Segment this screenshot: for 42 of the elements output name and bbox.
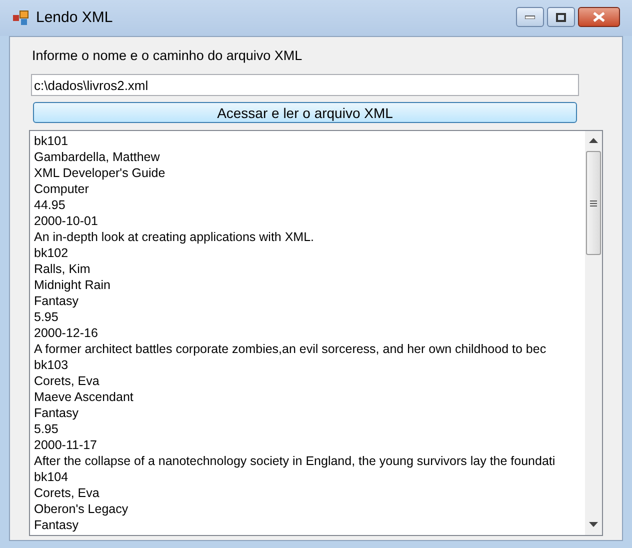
list-line: 5.95 (34, 421, 60, 438)
read-button[interactable]: Acessar e ler o arquivo XML (33, 102, 577, 124)
list-line: Gambardella, Matthew (34, 149, 161, 166)
grip-icon (590, 200, 597, 207)
list-line: Fantasy (34, 293, 80, 310)
list-line: 44.95 (34, 197, 66, 214)
minimize-button[interactable] (516, 7, 544, 27)
list-line: 2000-11-17 (34, 437, 98, 454)
list-line: A former architect battles corporate zombies,an evil sorceress, and her own childhood to bec (34, 341, 548, 358)
list-line: bk104 (34, 469, 70, 486)
list-line: bk102 (34, 245, 70, 262)
list-line: Oberon's Legacy (34, 501, 130, 518)
list-line: Corets, Eva (34, 373, 100, 390)
close-icon (593, 12, 605, 22)
minimize-icon (525, 15, 535, 19)
list-line: 2000-10-01 (34, 213, 99, 230)
list-line: Maeve Ascendant (34, 389, 134, 406)
list-line: Midnight Rain (34, 277, 112, 294)
maximize-button[interactable] (547, 7, 575, 27)
close-button[interactable] (578, 7, 620, 27)
scroll-down-icon (589, 522, 598, 528)
list-line: bk103 (34, 357, 70, 374)
list-line: Ralls, Kim (34, 261, 92, 278)
scroll-thumb[interactable] (586, 151, 601, 256)
path-field[interactable]: c:\dados\livros2.xml (31, 74, 579, 96)
list-line: After the collapse of a nanotechnology society in England, the young survivors lay the foundati (34, 453, 556, 470)
scroll-up-icon (589, 138, 598, 144)
list-line: 2000-12-16 (34, 325, 99, 342)
list-line: 5.95 (34, 309, 60, 326)
list-line: Fantasy (34, 517, 80, 534)
app-icon (12, 9, 30, 27)
list-line: XML Developer's Guide (34, 165, 166, 182)
prompt-label: Informe o nome e o caminho do arquivo XML (32, 47, 304, 65)
window-title: Lendo XML (36, 8, 113, 28)
maximize-icon (556, 12, 566, 22)
list-line: Fantasy (34, 405, 80, 422)
list-line: Computer (34, 181, 90, 198)
output-list[interactable] (29, 130, 603, 536)
list-line: An in-depth look at creating applications with XML. (34, 229, 316, 246)
vertical-scrollbar[interactable] (585, 131, 602, 536)
list-line: Corets, Eva (34, 485, 100, 502)
list-line: bk101 (34, 133, 70, 150)
